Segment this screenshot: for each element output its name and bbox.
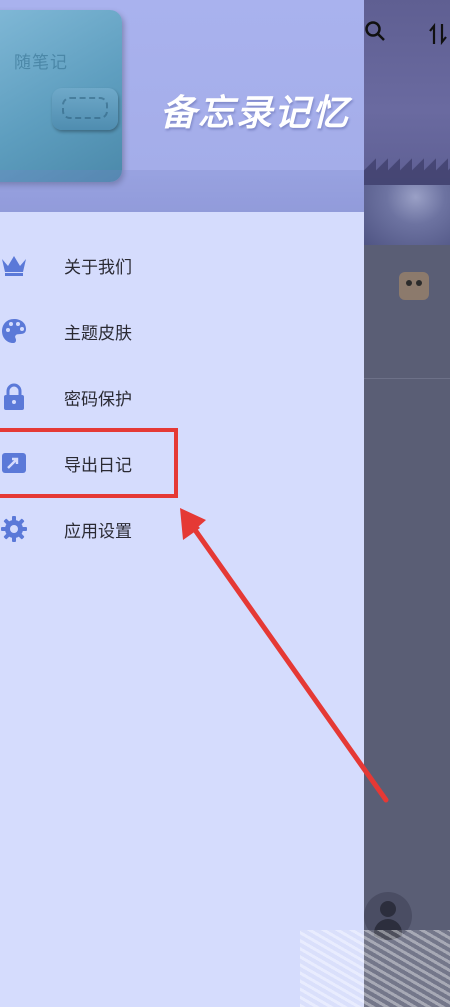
sort-icon[interactable] [428,22,450,46]
drawer-menu: 关于我们 主题皮肤 密码保护 导出日记 应用设置 [0,232,364,562]
menu-item-app-settings[interactable]: 应用设置 [0,496,364,562]
notebook-logo: 随笔记 [0,10,122,182]
background-snow [364,185,450,245]
menu-item-label: 应用设置 [64,521,132,542]
annotation-highlight-box [0,428,178,498]
notebook-emboss-text: 随笔记 [14,53,68,73]
menu-item-about-us[interactable]: 关于我们 [0,232,364,298]
user-icon-head [380,901,396,917]
palette-icon [0,317,28,345]
cat-avatar-icon [399,272,429,300]
menu-item-label: 关于我们 [64,257,132,278]
navigation-drawer: 随笔记 备忘录记忆 关于我们 主题皮肤 密码保护 导出日记 应用设置 [0,0,364,1007]
crown-icon [0,251,28,279]
gear-icon [0,515,28,543]
menu-item-label: 密码保护 [64,389,132,410]
menu-item-theme-skin[interactable]: 主题皮肤 [0,298,364,364]
menu-item-password-protection[interactable]: 密码保护 [0,364,364,430]
app-title: 备忘录记忆 [159,93,350,134]
background-trees [364,140,450,190]
notebook-strap [52,88,118,130]
list-divider [364,378,450,379]
drawer-header: 随笔记 备忘录记忆 [0,0,364,212]
menu-item-label: 主题皮肤 [64,323,132,344]
watermark [300,930,450,1007]
search-icon[interactable] [364,20,386,42]
lock-icon [0,383,28,411]
